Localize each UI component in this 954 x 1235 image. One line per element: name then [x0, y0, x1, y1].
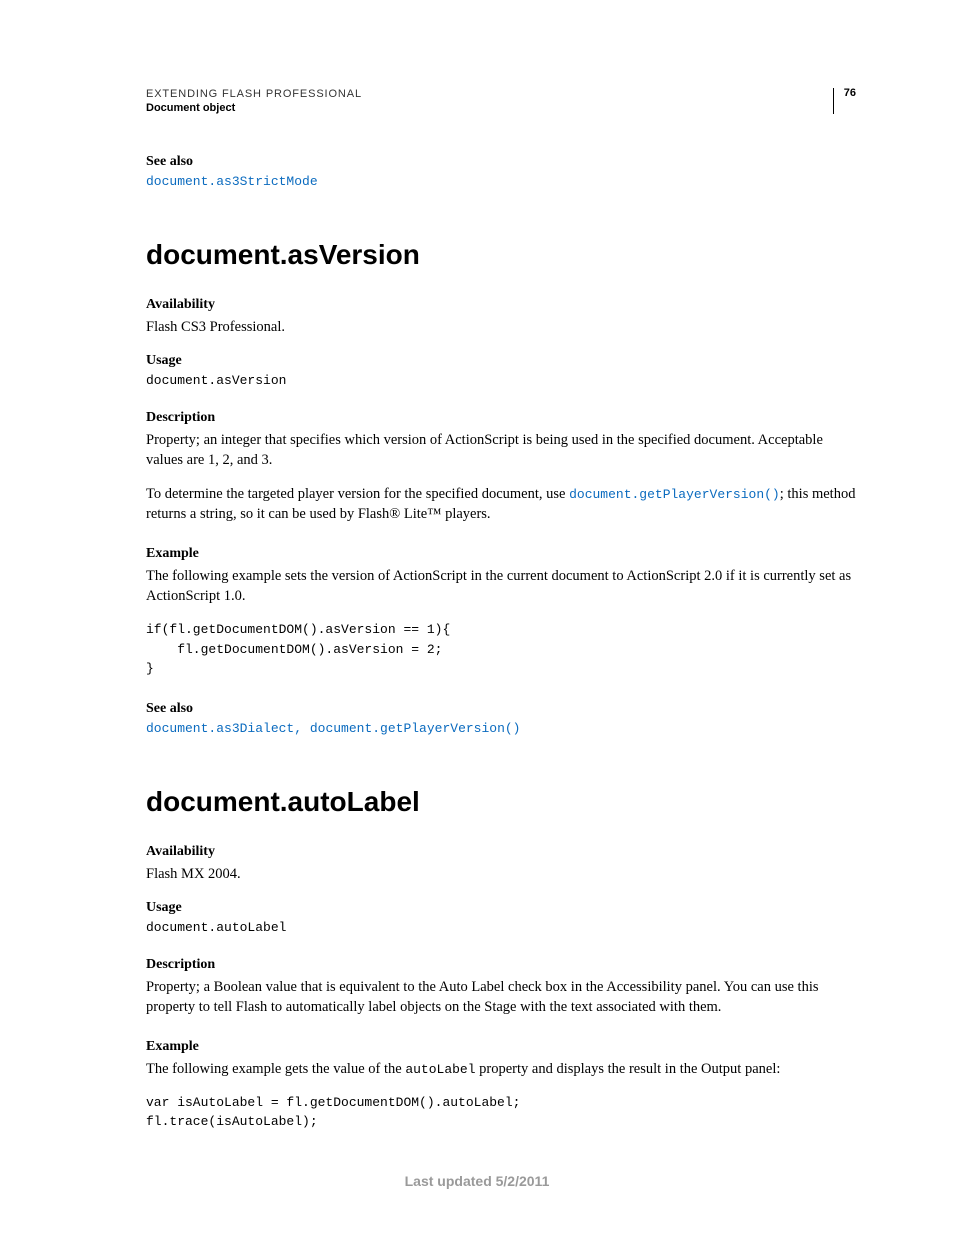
usage-label-2: Usage — [146, 900, 862, 916]
link-as3dialect[interactable]: document.as3Dialect — [146, 721, 294, 736]
example-intro-2: The following example gets the value of … — [146, 1059, 862, 1079]
usage-code: document.asVersion — [146, 373, 862, 388]
header-titles: EXTENDING FLASH PROFESSIONAL Document ob… — [146, 88, 833, 114]
topic-heading-asversion: document.asVersion — [146, 239, 862, 271]
example-code: if(fl.getDocumentDOM().asVersion == 1){ … — [146, 620, 862, 679]
availability-text-2: Flash MX 2004. — [146, 864, 862, 884]
example-label-2: Example — [146, 1039, 862, 1055]
page-footer: Last updated 5/2/2011 — [0, 1173, 954, 1189]
usage-code-2: document.autoLabel — [146, 920, 862, 935]
usage-block: Usage document.asVersion — [146, 353, 862, 388]
description-para1-2: Property; a Boolean value that is equiva… — [146, 977, 862, 1017]
example-block: Example The following example sets the v… — [146, 546, 862, 679]
page-number: 76 — [833, 88, 862, 114]
see-also-block-2: See also document.as3Dialect, document.g… — [146, 701, 862, 736]
page: EXTENDING FLASH PROFESSIONAL Document ob… — [0, 0, 954, 1235]
description-block-2: Description Property; a Boolean value th… — [146, 957, 862, 1017]
link-getplayerversion-inline[interactable]: document.getPlayerVersion() — [569, 487, 780, 502]
availability-text: Flash CS3 Professional. — [146, 317, 862, 337]
example-block-2: Example The following example gets the v… — [146, 1039, 862, 1132]
see-also-block: See also document.as3StrictMode — [146, 154, 862, 189]
link-getplayerversion[interactable]: document.getPlayerVersion() — [310, 721, 521, 736]
example-code-2: var isAutoLabel = fl.getDocumentDOM().au… — [146, 1093, 862, 1132]
see-also-links-2: document.as3Dialect, document.getPlayerV… — [146, 721, 862, 736]
example-intro-code: autoLabel — [405, 1062, 475, 1077]
availability-label-2: Availability — [146, 844, 862, 860]
description-label-2: Description — [146, 957, 862, 973]
see-also-links: document.as3StrictMode — [146, 174, 862, 189]
example-label: Example — [146, 546, 862, 562]
example-intro-post: property and displays the result in the … — [476, 1061, 781, 1077]
availability-label: Availability — [146, 297, 862, 313]
link-as3strictmode[interactable]: document.as3StrictMode — [146, 174, 318, 189]
description-para2-pre: To determine the targeted player version… — [146, 486, 569, 502]
description-para1: Property; an integer that specifies whic… — [146, 430, 862, 470]
description-label: Description — [146, 410, 862, 426]
see-also-label-2: See also — [146, 701, 862, 717]
example-intro-pre: The following example gets the value of … — [146, 1061, 405, 1077]
description-para2: To determine the targeted player version… — [146, 484, 862, 524]
header-line2: Document object — [146, 102, 833, 114]
example-intro: The following example sets the version o… — [146, 566, 862, 606]
description-block: Description Property; an integer that sp… — [146, 410, 862, 524]
availability-block-2: Availability Flash MX 2004. — [146, 844, 862, 884]
usage-block-2: Usage document.autoLabel — [146, 900, 862, 935]
availability-block: Availability Flash CS3 Professional. — [146, 297, 862, 337]
topic-heading-autolabel: document.autoLabel — [146, 786, 862, 818]
running-header: EXTENDING FLASH PROFESSIONAL Document ob… — [146, 88, 862, 114]
usage-label: Usage — [146, 353, 862, 369]
link-separator: , — [294, 721, 310, 736]
header-line1: EXTENDING FLASH PROFESSIONAL — [146, 88, 833, 100]
see-also-label: See also — [146, 154, 862, 170]
